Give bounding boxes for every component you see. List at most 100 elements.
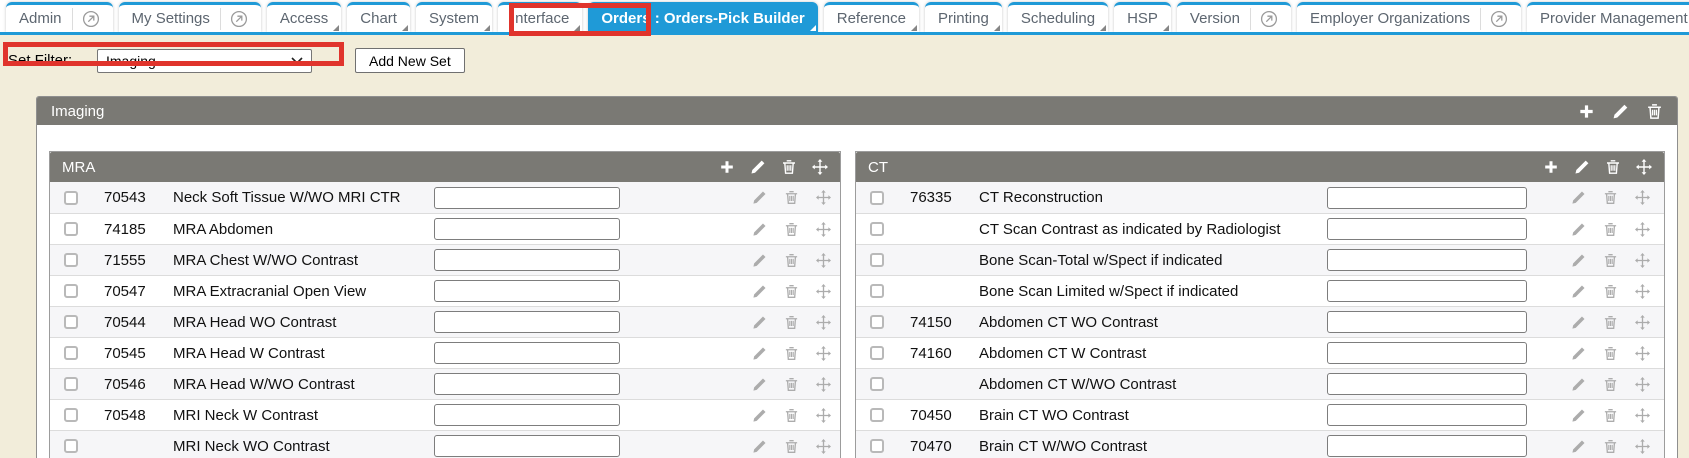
edit-icon[interactable] (1571, 377, 1586, 392)
move-icon[interactable] (1636, 159, 1652, 175)
row-text-input[interactable] (1327, 280, 1527, 302)
move-icon[interactable] (1635, 284, 1650, 299)
tab-scheduling[interactable]: Scheduling (1008, 2, 1108, 32)
move-icon[interactable] (816, 222, 831, 237)
row-text-input[interactable] (434, 311, 620, 333)
delete-icon[interactable] (781, 159, 797, 175)
edit-icon[interactable] (1574, 159, 1590, 175)
delete-icon[interactable] (784, 315, 799, 330)
delete-icon[interactable] (1603, 222, 1618, 237)
row-checkbox[interactable] (870, 315, 884, 329)
edit-icon[interactable] (1571, 190, 1586, 205)
tab-interface[interactable]: Interface (498, 2, 582, 32)
row-checkbox[interactable] (870, 284, 884, 298)
move-icon[interactable] (816, 439, 831, 454)
row-text-input[interactable] (1327, 311, 1527, 333)
open-in-new-icon[interactable] (220, 8, 248, 30)
row-checkbox[interactable] (64, 315, 78, 329)
row-checkbox[interactable] (870, 408, 884, 422)
edit-icon[interactable] (752, 284, 767, 299)
row-text-input[interactable] (1327, 187, 1527, 209)
edit-icon[interactable] (752, 190, 767, 205)
add-icon[interactable] (719, 159, 735, 175)
edit-icon[interactable] (1571, 346, 1586, 361)
edit-icon[interactable] (752, 346, 767, 361)
tab-version[interactable]: Version (1177, 2, 1291, 32)
row-text-input[interactable] (1327, 342, 1527, 364)
row-text-input[interactable] (434, 373, 620, 395)
open-in-new-icon[interactable] (1480, 8, 1508, 30)
row-checkbox[interactable] (870, 346, 884, 360)
row-text-input[interactable] (434, 218, 620, 240)
delete-icon[interactable] (1603, 408, 1618, 423)
row-checkbox[interactable] (870, 222, 884, 236)
move-icon[interactable] (816, 315, 831, 330)
delete-icon[interactable] (784, 284, 799, 299)
move-icon[interactable] (1635, 439, 1650, 454)
move-icon[interactable] (1635, 377, 1650, 392)
edit-icon[interactable] (1571, 253, 1586, 268)
delete-icon[interactable] (784, 377, 799, 392)
delete-icon[interactable] (1603, 346, 1618, 361)
move-icon[interactable] (1635, 222, 1650, 237)
edit-icon[interactable] (752, 408, 767, 423)
edit-icon[interactable] (1571, 284, 1586, 299)
tab-provider-management[interactable]: Provider Management (1527, 2, 1689, 32)
edit-icon[interactable] (752, 377, 767, 392)
delete-icon[interactable] (784, 439, 799, 454)
tab-employer-organizations[interactable]: Employer Organizations (1297, 2, 1521, 32)
edit-icon[interactable] (752, 439, 767, 454)
tab-my-settings[interactable]: My Settings (119, 2, 261, 32)
row-checkbox[interactable] (64, 222, 78, 236)
tab-chart[interactable]: Chart (347, 2, 410, 32)
tab-printing[interactable]: Printing (925, 2, 1002, 32)
edit-icon[interactable] (752, 315, 767, 330)
tab-orders-orders-pick-builder[interactable]: Orders : Orders-Pick Builder (588, 2, 817, 32)
move-icon[interactable] (1635, 346, 1650, 361)
delete-icon[interactable] (784, 408, 799, 423)
delete-icon[interactable] (1603, 439, 1618, 454)
set-filter-select[interactable]: Imaging (97, 49, 312, 73)
tab-access[interactable]: Access (267, 2, 341, 32)
row-text-input[interactable] (434, 342, 620, 364)
move-icon[interactable] (816, 284, 831, 299)
move-icon[interactable] (816, 346, 831, 361)
edit-icon[interactable] (752, 222, 767, 237)
row-checkbox[interactable] (64, 408, 78, 422)
move-icon[interactable] (1635, 408, 1650, 423)
tab-reference[interactable]: Reference (824, 2, 919, 32)
tab-admin[interactable]: Admin (6, 2, 113, 32)
edit-icon[interactable] (750, 159, 766, 175)
tab-system[interactable]: System (416, 2, 492, 32)
row-text-input[interactable] (434, 187, 620, 209)
row-checkbox[interactable] (64, 346, 78, 360)
open-in-new-icon[interactable] (1250, 8, 1278, 30)
add-new-set-button[interactable]: Add New Set (355, 48, 465, 73)
row-text-input[interactable] (1327, 373, 1527, 395)
edit-icon[interactable] (1571, 222, 1586, 237)
delete-icon[interactable] (784, 222, 799, 237)
row-text-input[interactable] (434, 435, 620, 457)
move-icon[interactable] (812, 159, 828, 175)
add-icon[interactable] (1543, 159, 1559, 175)
move-icon[interactable] (1635, 253, 1650, 268)
delete-icon[interactable] (1646, 103, 1663, 120)
row-text-input[interactable] (1327, 218, 1527, 240)
row-text-input[interactable] (1327, 435, 1527, 457)
row-text-input[interactable] (1327, 249, 1527, 271)
open-in-new-icon[interactable] (72, 8, 100, 30)
move-icon[interactable] (1635, 315, 1650, 330)
row-checkbox[interactable] (64, 253, 78, 267)
add-icon[interactable] (1578, 103, 1595, 120)
row-text-input[interactable] (434, 280, 620, 302)
move-icon[interactable] (816, 253, 831, 268)
move-icon[interactable] (816, 408, 831, 423)
move-icon[interactable] (816, 190, 831, 205)
delete-icon[interactable] (1603, 253, 1618, 268)
edit-icon[interactable] (752, 253, 767, 268)
row-checkbox[interactable] (870, 191, 884, 205)
delete-icon[interactable] (1603, 190, 1618, 205)
row-checkbox[interactable] (870, 253, 884, 267)
row-checkbox[interactable] (64, 191, 78, 205)
tab-hsp[interactable]: HSP (1114, 2, 1171, 32)
